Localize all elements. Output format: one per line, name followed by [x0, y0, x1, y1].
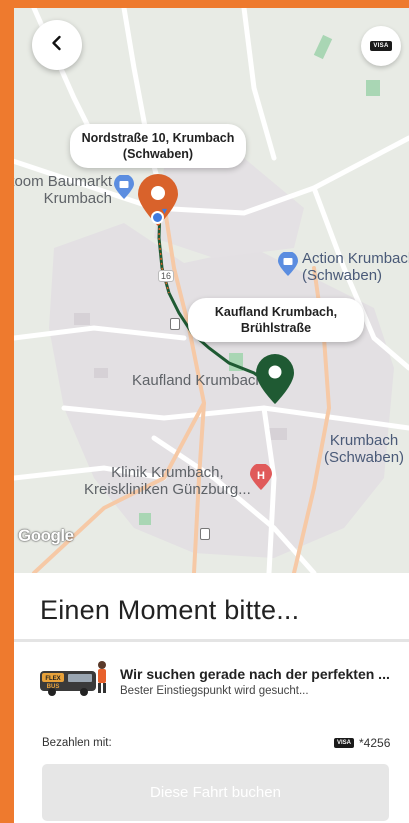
bus-stop-icon	[170, 318, 180, 330]
payment-label: Bezahlen mit:	[42, 737, 112, 749]
map-label-krumbach: Krumbach (Schwaben)	[324, 432, 405, 466]
map-label-toom: toom Baumarkt Krumbach	[14, 173, 112, 207]
app-frame: toom Baumarkt Krumbach Action Krumbach (…	[14, 8, 409, 823]
shopping-bag-icon	[278, 251, 298, 281]
back-button[interactable]	[32, 20, 82, 70]
shopping-bag-icon	[114, 174, 134, 204]
visa-card-icon: VISA	[334, 738, 355, 748]
map-label-klinik: Klinik Krumbach, Kreiskliniken Günzburg.…	[84, 464, 251, 498]
map-label-kaufland: Kaufland Krumbach	[132, 372, 264, 389]
payment-method-button[interactable]: VISA	[361, 26, 401, 66]
visa-card-icon: VISA	[370, 41, 392, 51]
book-ride-button[interactable]: Diese Fahrt buchen	[42, 764, 389, 821]
road-number-badge: 16	[158, 270, 175, 282]
status-subtitle: Bester Einstiegspunkt wird gesucht...	[120, 685, 309, 697]
map-view[interactable]: toom Baumarkt Krumbach Action Krumbach (…	[14, 8, 409, 573]
map-label-action: Action Krumbach (Schwaben)	[302, 250, 409, 284]
destination-address-bubble[interactable]: Kaufland Krumbach, Brühlstraße	[188, 298, 364, 342]
google-attribution: Google	[18, 526, 74, 545]
payment-method[interactable]: VISA *4256	[334, 736, 390, 750]
svg-text:H: H	[257, 470, 265, 482]
status-title: Wir suchen gerade nach der perfekten ...	[120, 666, 390, 682]
destination-pin-icon	[256, 354, 294, 409]
sheet-title: Einen Moment bitte...	[40, 595, 300, 625]
divider	[14, 639, 409, 642]
card-number: *4256	[359, 736, 391, 750]
svg-text:FLEX: FLEX	[45, 676, 60, 682]
bottom-sheet: Einen Moment bitte... FLEX BUS Wir suche…	[14, 573, 409, 823]
chevron-left-icon	[49, 35, 65, 56]
hospital-icon: H	[250, 463, 272, 495]
bus-stop-icon	[200, 528, 210, 540]
flexbus-icon: FLEX BUS	[38, 659, 110, 704]
origin-address-bubble[interactable]: Nordstraße 10, Krumbach (Schwaben)	[70, 124, 246, 168]
direction-arrow-icon: ▾	[162, 206, 168, 217]
